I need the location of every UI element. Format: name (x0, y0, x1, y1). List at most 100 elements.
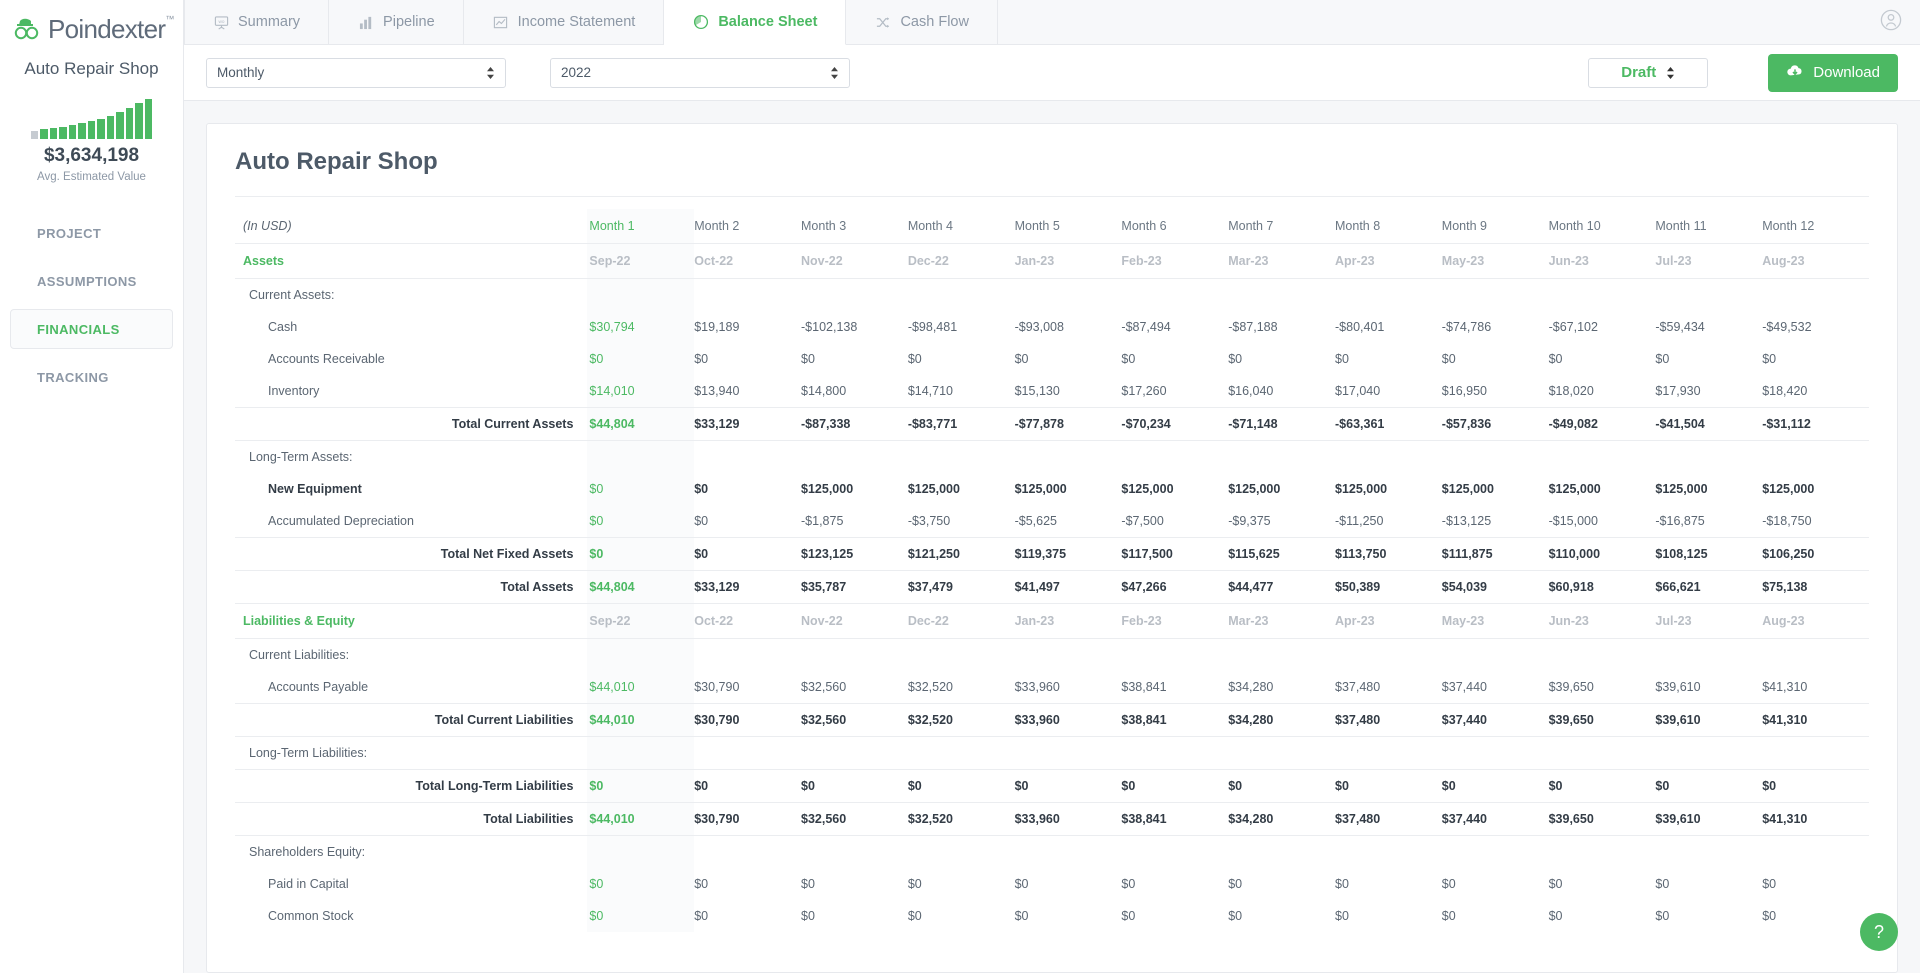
chevron-updown-icon (830, 66, 839, 80)
column-header-month-5: Month 5 (1014, 209, 1122, 244)
table-cell: $32,560 (801, 703, 908, 737)
table-cell: $115,625 (1228, 537, 1335, 571)
sidebar-item-tracking[interactable]: TRACKING (10, 357, 173, 397)
table-cell (1655, 639, 1762, 672)
table-cell: $0 (1762, 909, 1777, 923)
table-cell (587, 440, 695, 473)
chevron-updown-icon (486, 66, 495, 80)
account-menu-button[interactable] (1880, 0, 1902, 44)
table-cell (801, 279, 908, 312)
table-cell: $33,960 (1014, 802, 1122, 836)
table-cell: $0 (694, 769, 802, 803)
table-cell: Dec-22 (907, 243, 1015, 279)
period-select[interactable]: Monthly (206, 57, 506, 88)
table-cell: $0 (801, 877, 815, 891)
table-cell: $44,010 (587, 671, 695, 704)
table-cell (1015, 836, 1122, 869)
table-cell: $44,010 (587, 802, 695, 836)
table-cell (587, 278, 695, 311)
sidebar-item-assumptions[interactable]: ASSUMPTIONS (10, 261, 173, 301)
table-cell (1121, 279, 1228, 312)
table-cell: $0 (1228, 909, 1243, 923)
table-cell: $37,480 (1335, 680, 1381, 694)
status-select[interactable]: Draft (1588, 57, 1709, 88)
sidebar-item-project[interactable]: PROJECT (10, 213, 173, 253)
units-label: (In USD) (235, 209, 588, 244)
table-cell (1228, 639, 1335, 672)
tab-pipeline[interactable]: Pipeline (329, 0, 464, 44)
sidebar-item-financials[interactable]: FINANCIALS (10, 309, 173, 349)
table-cell: $0 (694, 352, 709, 366)
table-cell: $108,125 (1655, 537, 1763, 571)
table-cell: $0 (1441, 769, 1549, 803)
table-cell: $113,750 (1335, 537, 1442, 571)
table-row: New Equipment $0 $0 $125,000 $125,000 $125,00… (235, 473, 1869, 505)
report-toolbar: Monthly 2022 Draft Download (184, 45, 1920, 101)
table-cell: $0 (801, 352, 815, 366)
table-cell (1655, 737, 1762, 770)
download-button[interactable]: Download (1768, 53, 1898, 92)
table-cell: -$93,008 (1014, 320, 1064, 334)
tab-cash-flow[interactable]: Cash Flow (846, 0, 998, 44)
table-row: Accounts Payable $44,010 $30,790 $32,560 $32… (235, 671, 1869, 704)
table-cell: $0 (694, 514, 709, 528)
table-row: Inventory $14,010 $13,940 $14,800 $14,710 $15… (235, 375, 1869, 408)
table-cell: -$49,082 (1548, 407, 1656, 441)
table-cell (801, 836, 908, 869)
table-cell: $38,841 (1121, 703, 1229, 737)
table-cell: $14,010 (587, 375, 695, 408)
sidebar-item-label: FINANCIALS (37, 321, 120, 337)
table-row: Assets Sep-22 Oct-22 Nov-22 Dec-22 Jan-23 Feb-… (235, 243, 1869, 279)
table-cell: $0 (1121, 877, 1136, 891)
table-cell (908, 639, 1015, 672)
sidebar-company-name: Auto Repair Shop (24, 59, 159, 78)
sparkline-bar (135, 103, 143, 139)
table-row: Total Liabilities $44,010 $30,790 $32,560 $3… (235, 802, 1869, 836)
row-label: Shareholders Equity: (249, 845, 366, 859)
table-cell (1762, 836, 1869, 869)
row-label: Total Net Fixed Assets (235, 537, 588, 571)
help-button[interactable]: ? (1860, 913, 1898, 951)
table-cell: $0 (1441, 352, 1456, 366)
table-cell (1015, 441, 1122, 474)
table-cell (908, 737, 1015, 770)
brand-logo[interactable]: Poindexter ™ (0, 0, 183, 47)
table-cell: -$31,112 (1762, 407, 1869, 441)
user-circle-icon (1880, 9, 1902, 36)
table-cell (1228, 441, 1335, 474)
table-cell: $44,477 (1228, 570, 1335, 604)
report-scroll-area[interactable]: Auto Repair Shop (In USD) Month 1 Month … (184, 101, 1920, 973)
sparkline-bar (78, 123, 86, 139)
table-cell: $0 (1548, 769, 1656, 803)
table-cell: -$13,125 (1441, 514, 1492, 528)
pie-chart-icon (693, 14, 709, 30)
table-cell: $0 (907, 352, 922, 366)
table-cell: $18,420 (1762, 384, 1808, 398)
table-cell: $33,129 (694, 407, 802, 441)
sidebar-item-label: TRACKING (37, 369, 109, 385)
balance-sheet-table: (In USD) Month 1 Month 2 Month 3 Month 4… (235, 209, 1869, 932)
tab-balance-sheet[interactable]: Balance Sheet (664, 0, 847, 45)
tab-income-statement[interactable]: Income Statement (464, 0, 665, 44)
table-cell: $14,710 (907, 384, 953, 398)
table-cell: $33,960 (1014, 680, 1060, 694)
row-label: Long-Term Liabilities: (249, 746, 368, 760)
report-card: Auto Repair Shop (In USD) Month 1 Month … (206, 123, 1898, 973)
table-cell: Dec-22 (907, 603, 1015, 639)
table-cell (1442, 836, 1549, 869)
row-label: Accumulated Depreciation (268, 514, 414, 528)
sparkline-bar (30, 131, 39, 139)
year-select[interactable]: 2022 (550, 57, 850, 88)
table-cell (1442, 279, 1549, 312)
table-body: Assets Sep-22 Oct-22 Nov-22 Dec-22 Jan-23 Feb-… (235, 243, 1869, 932)
table-cell (908, 836, 1015, 869)
table-cell: $0 (907, 909, 922, 923)
table-cell: $0 (1548, 352, 1563, 366)
column-header-month-9: Month 9 (1441, 209, 1549, 244)
table-row: Long-Term Liabilities: (235, 736, 1869, 770)
table-cell (587, 736, 695, 770)
table-cell: Jan-23 (1014, 603, 1122, 639)
tab-summary[interactable]: wo Summary (184, 0, 330, 44)
table-row: Total Net Fixed Assets $0 $0 $123,125 $121,2… (235, 537, 1869, 571)
table-cell: $0 (587, 868, 695, 900)
